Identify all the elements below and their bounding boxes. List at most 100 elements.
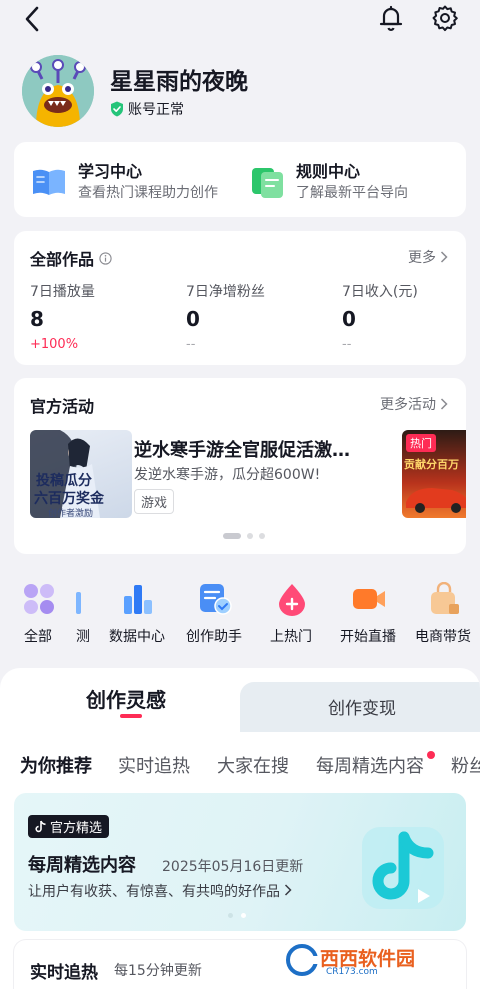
bar-chart-icon [124,585,152,614]
activity-more-link[interactable]: 更多活动 [380,394,448,414]
activity-title: 官方活动 [30,397,95,416]
weekly-picks-card[interactable]: 官方精选 每周精选内容 2025年05月16日更新 让用户有收获、有惊喜、有共鸣… [14,793,466,931]
activity-card: 官方活动 更多活动 投稿瓜分 六百万奖金 创作者激励 逆水寒手游全官服促活激… … [14,378,466,554]
realtime-title: 实时追热 [30,963,98,983]
chevron-right-icon [440,398,448,410]
watermark-logo: 西西软件园 CR173.com [282,940,462,980]
stat-fans-label: 7日净增粉丝 [186,284,265,300]
next-thumb-text: 贡献分百万 [404,458,459,471]
activity-item-tag: 游戏 [134,489,175,514]
new-dot-badge [427,751,435,759]
next-activity-thumbnail[interactable]: 热门 贡献分百万 [402,430,466,518]
sub-tabs: 为你推荐 实时追热 大家在搜 每周精选内容 粉丝 [0,752,480,782]
tool-hot-label: 上热门 [270,629,312,645]
stat-plays-label: 7日播放量 [30,284,95,300]
hot-tag: 热门 [406,434,436,452]
pager-dot [259,533,265,539]
rules-center-entry[interactable]: 规则中心 了解最新平台导向 [248,142,458,217]
car-icon [406,488,466,513]
live-camera-icon [353,589,385,609]
tool-ecommerce[interactable]: 电商带货 [403,578,480,648]
rules-doc-icon [252,168,283,198]
tools-row: 全部 测 数据中心 创作助手 上热门 开始直播 电商带货 [0,578,480,648]
tool-assistant-label: 创作助手 [186,629,242,645]
tool-ecommerce-label: 电商带货 [415,629,471,645]
thumb-text-3: 创作者激励 [48,509,94,518]
stat-plays-delta: +100% [30,337,79,352]
subtab-fans[interactable]: 粉丝 [451,752,480,778]
monster-avatar-icon [22,55,94,127]
learning-center-entry[interactable]: 学习中心 查看热门课程助力创作 [30,142,240,217]
inspiration-panel: 创作灵感 创作变现 为你推荐 实时追热 大家在搜 每周精选内容 粉丝 官方精选 … [0,668,480,989]
weekly-title: 每周精选内容 [28,855,136,876]
activity-item-desc: 发逆水寒手游，瓜分超600W! [134,467,321,483]
bell-icon[interactable] [376,3,406,33]
pager-dot [247,533,253,539]
works-more-link[interactable]: 更多 [408,247,448,267]
avatar[interactable] [22,55,94,127]
pager-dot [228,913,233,918]
weekly-desc-text: 让用户有收获、有惊喜、有共鸣的好作品 [28,884,280,900]
stat-plays-value: 8 [30,307,44,331]
works-card: 全部作品 更多 7日播放量 8 +100% 7日净增粉丝 0 -- 7日收入(元… [14,231,466,365]
account-status-label: 账号正常 [128,102,184,118]
subtab-realtime[interactable]: 实时追热 [118,752,190,778]
learning-center-title: 学习中心 [78,162,143,181]
thumb-text-2: 六百万奖金 [34,491,104,507]
works-more-label: 更多 [408,250,436,266]
hot-drop-icon [279,584,305,616]
tool-live-label: 开始直播 [340,629,396,645]
subtab-searching[interactable]: 大家在搜 [217,752,289,778]
chevron-right-icon [440,251,448,263]
tab-indicator [120,714,142,718]
activity-thumbnail[interactable]: 投稿瓜分 六百万奖金 创作者激励 [30,430,132,518]
shopping-bag-icon [431,582,459,614]
official-badge-label: 官方精选 [50,821,103,836]
tool-live[interactable]: 开始直播 [328,578,408,648]
tool-partial-label: 测 [76,629,90,645]
rules-center-subtitle: 了解最新平台导向 [296,185,408,201]
stat-fans-delta: -- [186,337,196,352]
stat-income-delta: -- [342,337,352,352]
activity-more-label: 更多活动 [380,397,436,413]
stat-income-label: 7日收入(元) [342,284,418,300]
subtab-weekly[interactable]: 每周精选内容 [316,752,424,778]
partial-icon [76,592,81,614]
works-header: 全部作品 [30,246,112,270]
tiktok-note-icon [35,820,46,833]
weekly-pager [228,913,246,918]
info-icon[interactable] [99,251,112,265]
tiktok-logo-icon [362,827,444,909]
works-title: 全部作品 [30,250,95,269]
shield-check-icon [111,101,123,117]
learning-center-subtitle: 查看热门课程助力创作 [78,185,218,201]
activity-item-title[interactable]: 逆水寒手游全官服促活激… [134,436,350,462]
weekly-date: 2025年05月16日更新 [162,859,304,875]
account-status[interactable]: 账号正常 [110,99,184,119]
book-icon [33,169,65,195]
chevron-right-icon [285,884,293,896]
tool-data-center[interactable]: 数据中心 [97,578,177,648]
tool-data-center-label: 数据中心 [109,629,165,645]
tool-hot[interactable]: 上热门 [251,578,331,648]
rules-center-title: 规则中心 [296,162,361,181]
stat-fans[interactable]: 7日净增粉丝 0 -- [186,281,336,352]
tool-assistant[interactable]: 创作助手 [174,578,254,648]
back-arrow-icon[interactable] [18,4,48,34]
profile-header: 星星雨的夜晚 账号正常 [22,55,462,127]
tab-inspiration[interactable]: 创作灵感 [86,684,166,713]
assistant-icon [200,584,232,615]
stat-income[interactable]: 7日收入(元) 0 -- [342,281,480,352]
official-badge: 官方精选 [28,815,110,838]
tab-monetize[interactable]: 创作变现 [328,694,396,719]
tool-partial[interactable]: 测 [54,578,94,648]
center-card: 学习中心 查看热门课程助力创作 规则中心 了解最新平台导向 [14,142,466,217]
stat-plays[interactable]: 7日播放量 8 +100% [30,281,180,352]
subtab-recommend[interactable]: 为你推荐 [20,752,92,778]
gear-icon[interactable] [430,3,460,33]
stat-income-value: 0 [342,307,356,331]
weekly-desc[interactable]: 让用户有收获、有惊喜、有共鸣的好作品 [28,881,293,901]
top-bar [0,0,480,40]
grid-icon [24,584,54,614]
activity-pager [223,533,265,539]
